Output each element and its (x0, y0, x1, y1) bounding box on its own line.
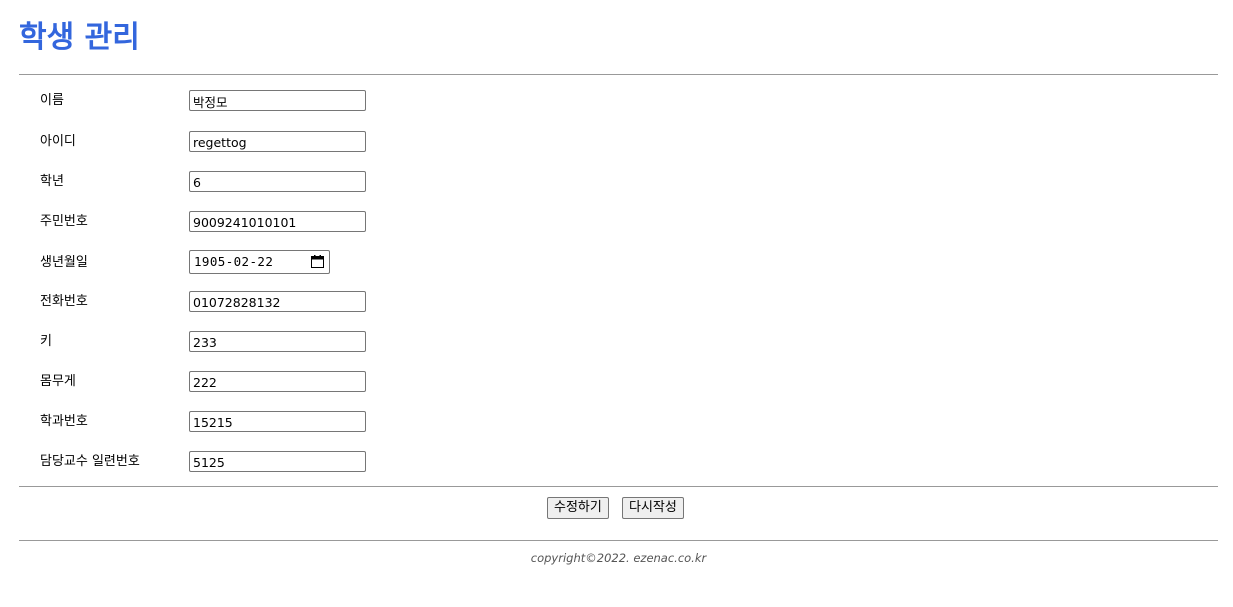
height-input[interactable] (189, 331, 366, 352)
resident-number-label: 주민번호 (40, 214, 88, 229)
phone-row: 전화번호 (19, 291, 1218, 313)
name-row: 이름 (19, 90, 1218, 112)
department-number-row: 학과번호 (19, 411, 1218, 433)
name-label: 이름 (40, 93, 64, 108)
phone-input[interactable] (189, 291, 366, 312)
height-row: 키 (19, 331, 1218, 353)
copyright-text: copyright©2022. ezenac.co.kr (530, 551, 707, 565)
department-number-label: 학과번호 (40, 414, 88, 429)
reset-button[interactable]: 다시작성 (622, 497, 684, 519)
calendar-icon[interactable] (311, 255, 324, 268)
height-label: 키 (40, 334, 52, 349)
id-input[interactable] (189, 131, 366, 152)
advisor-number-input[interactable] (189, 451, 366, 472)
advisor-number-label: 담당교수 일련번호 (40, 454, 140, 469)
id-label: 아이디 (40, 134, 76, 149)
form-divider (19, 486, 1218, 487)
grade-row: 학년 (19, 171, 1218, 193)
department-number-input[interactable] (189, 411, 366, 432)
grade-label: 학년 (40, 174, 64, 189)
submit-button[interactable]: 수정하기 (547, 497, 609, 519)
footer-divider (19, 540, 1218, 541)
page-title: 학생 관리 (19, 20, 140, 55)
name-input[interactable] (189, 90, 366, 111)
weight-row: 몸무게 (19, 371, 1218, 393)
weight-label: 몸무게 (40, 374, 76, 389)
header-divider (19, 74, 1218, 75)
birth-date-input[interactable]: 1905-02-22 (189, 250, 330, 274)
resident-number-row: 주민번호 (19, 211, 1218, 233)
birth-date-label: 생년월일 (40, 255, 88, 270)
id-row: 아이디 (19, 131, 1218, 153)
birth-date-value[interactable]: 1905-02-22 (194, 254, 273, 270)
phone-label: 전화번호 (40, 294, 88, 309)
resident-number-input[interactable] (189, 211, 366, 232)
grade-input[interactable] (189, 171, 366, 192)
weight-input[interactable] (189, 371, 366, 392)
birth-date-row: 생년월일 1905-02-22 (19, 250, 1218, 274)
advisor-number-row: 담당교수 일련번호 (19, 451, 1218, 473)
